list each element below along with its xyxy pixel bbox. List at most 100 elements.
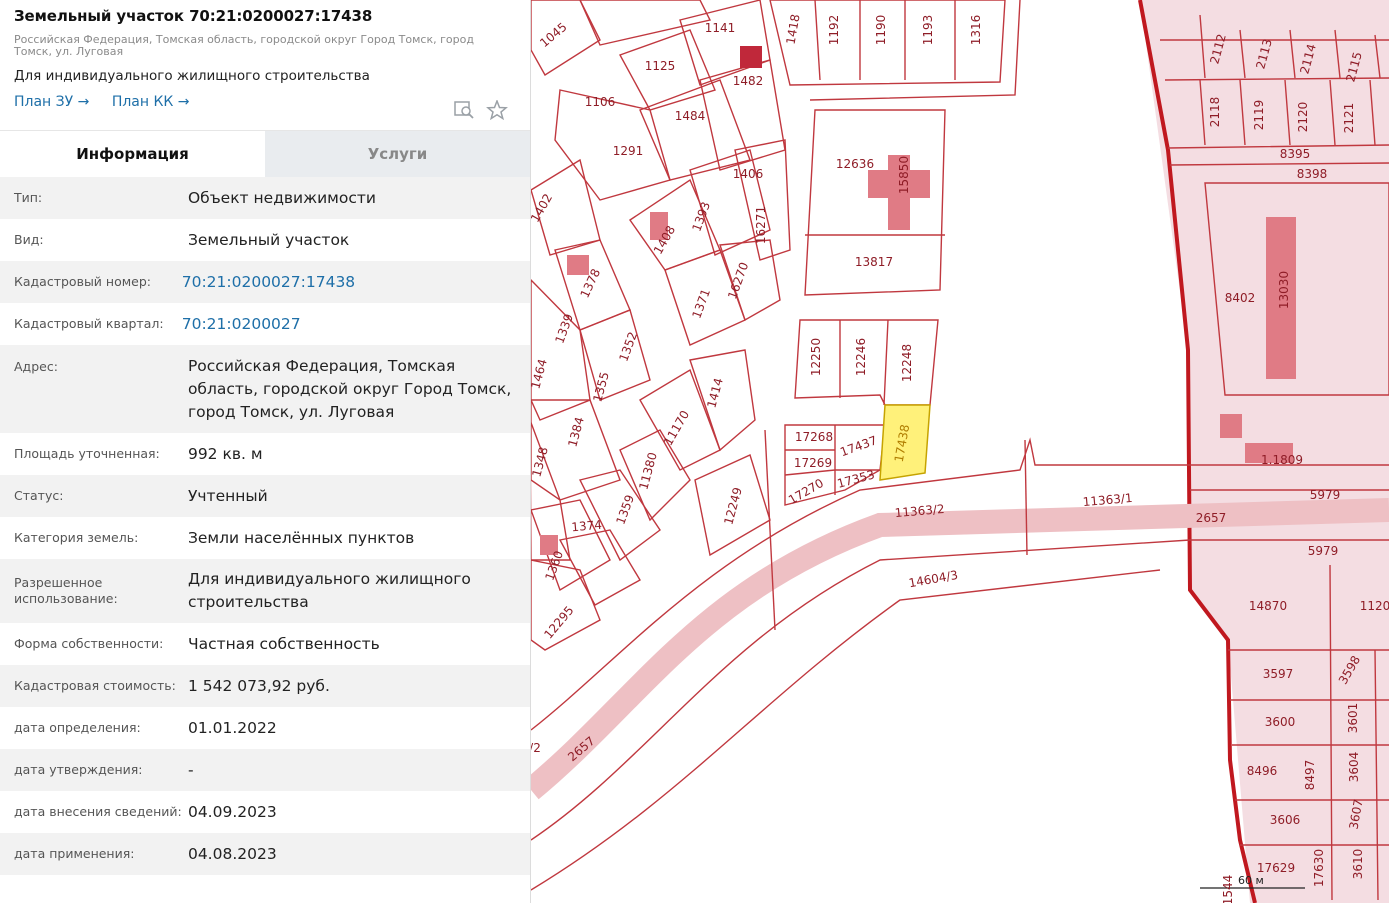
parcel-label: 1464 <box>531 357 550 390</box>
info-row-cadastral-quarter: Кадастровый квартал: 70:21:0200027 <box>0 303 530 345</box>
parcel <box>531 278 591 421</box>
parcel-label: 1120 <box>1360 599 1389 613</box>
parcel-label: 11380 <box>636 451 659 492</box>
row-value: Учтенный <box>187 486 268 505</box>
parcel-label: 1141 <box>705 21 736 35</box>
info-row-permitted-use: Разрешенное использование: Для индивидуа… <box>0 559 530 623</box>
parcel-label: 12249 <box>721 486 744 527</box>
row-value: 01.01.2022 <box>187 718 277 737</box>
parcel-label: 1316 <box>969 15 983 46</box>
star-icon[interactable] <box>486 98 508 124</box>
row-label: Адрес: <box>14 359 58 374</box>
info-row-cadastral-number: Кадастровый номер: 70:21:0200027:17438 <box>0 261 530 303</box>
parcel-label: 8496 <box>1247 764 1278 778</box>
plan-zu-link[interactable]: План ЗУ → <box>14 94 89 110</box>
row-value: 04.08.2023 <box>187 844 277 863</box>
row-value: Земли населённых пунктов <box>187 528 415 547</box>
panel-header: Земельный участок 70:21:0200027:17438 Ро… <box>0 0 530 130</box>
road-line <box>1024 439 1028 556</box>
parcel <box>689 349 756 452</box>
parcel-label: /2 <box>531 741 541 755</box>
info-row-cadastral-value: Кадастровая стоимость: 1 542 073,92 руб. <box>0 665 530 707</box>
info-row-address: Адрес: Российская Федерация, Томская обл… <box>0 345 530 433</box>
row-value: 992 кв. м <box>187 444 263 463</box>
cadastral-quarter-link[interactable]: 70:21:0200027 <box>182 313 498 336</box>
parcel-label: 1192 <box>827 15 841 46</box>
row-label: Категория земель: <box>14 530 139 545</box>
parcel-label: 15850 <box>897 156 911 194</box>
parcel-label: 3606 <box>1270 813 1301 827</box>
row-value: Российская Федерация, Томская область, г… <box>187 356 512 421</box>
cadastral-number-link[interactable]: 70:21:0200027:17438 <box>182 271 498 294</box>
parcel-label: 8497 <box>1303 760 1317 791</box>
parcel-label: 1418 <box>784 13 803 46</box>
row-label: дата утверждения: <box>14 762 143 777</box>
building <box>1220 414 1242 438</box>
info-row-ownership: Форма собственности: Частная собственнос… <box>0 623 530 665</box>
info-panel: Земельный участок 70:21:0200027:17438 Ро… <box>0 0 531 903</box>
parcel-label: 17630 <box>1312 849 1326 887</box>
row-label: Площадь уточненная: <box>14 446 160 461</box>
parcel-label: 1402 <box>531 191 555 224</box>
parcel-label: 1291 <box>613 144 644 158</box>
row-value: Частная собственность <box>187 634 380 653</box>
parcel-label: 1374 <box>571 518 603 535</box>
row-label: дата внесения сведений: <box>14 804 182 819</box>
road-line <box>531 569 1161 891</box>
parcel-label: 1359 <box>613 493 637 526</box>
parcel-label: 12248 <box>900 344 914 382</box>
parcel-label: 12636 <box>836 157 874 171</box>
parcel-label: 2119 <box>1252 100 1266 131</box>
parcel-label: 1544 <box>1221 875 1235 903</box>
map-canvas[interactable]: 60 м 1045 1141 1418 1192 1190 1193 13162112 211… <box>531 0 1389 903</box>
parcel-label: 17268 <box>795 430 833 444</box>
tab-services[interactable]: Услуги <box>265 131 530 177</box>
parcel-label: 12246 <box>854 338 868 376</box>
parcel-label: 8402 <box>1225 291 1256 305</box>
parcel-label: 5979 <box>1308 544 1339 558</box>
parcel-label: 8395 <box>1280 147 1311 161</box>
parcel-label: 3600 <box>1265 715 1296 729</box>
tab-bar: Информация Услуги <box>0 130 530 177</box>
parcel <box>719 239 781 322</box>
parcel-label: 1045 <box>537 20 569 50</box>
scale-label: 60 м <box>1238 874 1264 887</box>
parcel-label: 2118 <box>1208 97 1222 128</box>
page-title: Земельный участок 70:21:0200027:17438 <box>14 7 373 25</box>
row-label: дата применения: <box>14 846 135 861</box>
parcel <box>809 0 1021 101</box>
parcel-label: 1348 <box>531 445 551 478</box>
parcel-label: 14870 <box>1249 599 1287 613</box>
parcel-label: 16271 <box>754 206 768 244</box>
parcel-label: 1371 <box>689 287 713 320</box>
row-label: Статус: <box>14 488 64 503</box>
parcel-label: 3604 <box>1347 752 1361 783</box>
plan-kk-link[interactable]: План КК → <box>112 94 190 110</box>
parcel-label: 1406 <box>733 167 764 181</box>
header-address: Российская Федерация, Томская область, г… <box>14 33 474 58</box>
parcel-label: 1384 <box>565 415 586 448</box>
row-value: 04.09.2023 <box>187 802 277 821</box>
row-label: Тип: <box>14 190 43 205</box>
row-label: Кадастровый номер: <box>14 274 151 289</box>
road-line <box>764 429 776 631</box>
parcel-label: 3597 <box>1263 667 1294 681</box>
info-row-kind: Вид: Земельный участок <box>0 219 530 261</box>
info-row-land-category: Категория земель: Земли населённых пункт… <box>0 517 530 559</box>
parcel-label: 8398 <box>1297 167 1328 181</box>
parcel-label: 16270 <box>725 260 751 301</box>
parcel-label: 2121 <box>1342 103 1356 134</box>
parcel-label: 1193 <box>921 15 935 46</box>
info-row-determination-date: дата определения: 01.01.2022 <box>0 707 530 749</box>
search-map-icon[interactable] <box>454 100 476 124</box>
parcel-label: 1393 <box>689 200 713 233</box>
tab-information[interactable]: Информация <box>0 131 265 177</box>
parcel-label: 1482 <box>733 74 764 88</box>
row-label: Кадастровая стоимость: <box>14 678 176 693</box>
parcel-label: 1414 <box>704 376 725 409</box>
row-value: 1 542 073,92 руб. <box>187 676 330 695</box>
building <box>740 46 762 68</box>
cadastral-map[interactable]: 60 м 1045 1141 1418 1192 1190 1193 1316 2112 211… <box>531 0 1389 903</box>
parcel-label: 1.1809 <box>1261 453 1303 467</box>
row-value: Для индивидуального жилищного строительс… <box>187 570 471 611</box>
